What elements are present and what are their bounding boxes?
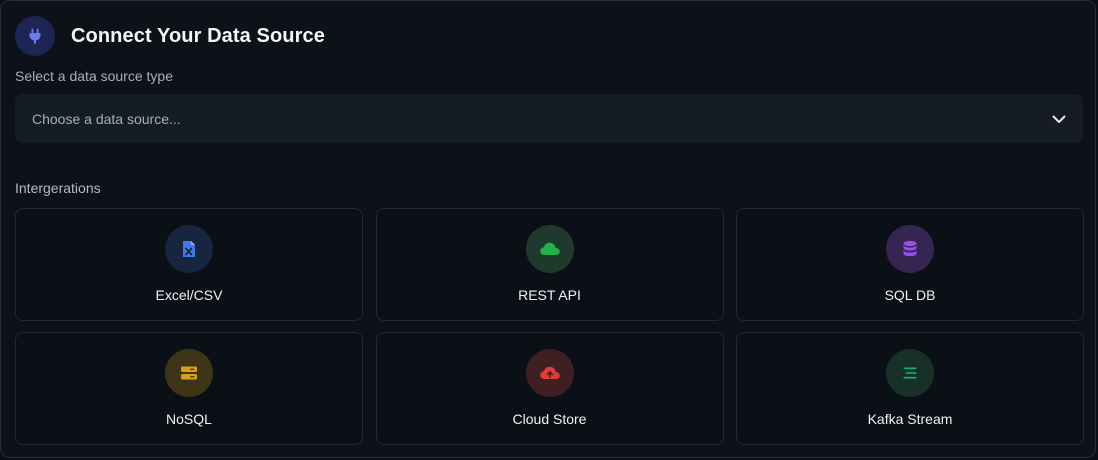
file-excel-icon: [165, 225, 213, 273]
plug-icon: [15, 16, 55, 56]
integration-card-label: NoSQL: [166, 411, 212, 427]
data-source-type-label: Select a data source type: [15, 68, 173, 84]
cloud-icon: [525, 225, 574, 273]
panel-header: Connect Your Data Source: [15, 16, 325, 56]
data-source-select-placeholder: Choose a data source...: [32, 110, 181, 127]
integration-card-label: Kafka Stream: [867, 411, 953, 427]
integrations-grid: Excel/CSV REST API SQL DB NoSQL Cloud St…: [15, 208, 1084, 445]
integrations-label: Intergerations: [15, 180, 101, 196]
integration-card-label: SQL DB: [884, 287, 936, 303]
stream-icon: [886, 349, 934, 397]
integration-card-label: Excel/CSV: [155, 287, 223, 303]
server-icon: [165, 349, 213, 397]
chevron-down-icon: [1051, 111, 1067, 132]
database-icon: [886, 225, 934, 273]
integration-card-nosql[interactable]: NoSQL: [15, 332, 363, 445]
integration-card-rest-api[interactable]: REST API: [375, 208, 724, 321]
cloud-upload-icon: [525, 349, 574, 397]
data-source-select[interactable]: Choose a data source...: [15, 94, 1083, 143]
integration-card-label: REST API: [518, 287, 581, 303]
integration-card-excel-csv[interactable]: Excel/CSV: [15, 208, 363, 321]
integration-card-label: Cloud Store: [512, 411, 587, 427]
connect-data-source-panel: Connect Your Data Source Select a data s…: [0, 0, 1096, 458]
integration-card-cloud-store[interactable]: Cloud Store: [375, 332, 724, 445]
integration-card-sql-db[interactable]: SQL DB: [736, 208, 1084, 321]
integration-card-kafka-stream[interactable]: Kafka Stream: [736, 332, 1084, 445]
page-title: Connect Your Data Source: [71, 24, 325, 47]
